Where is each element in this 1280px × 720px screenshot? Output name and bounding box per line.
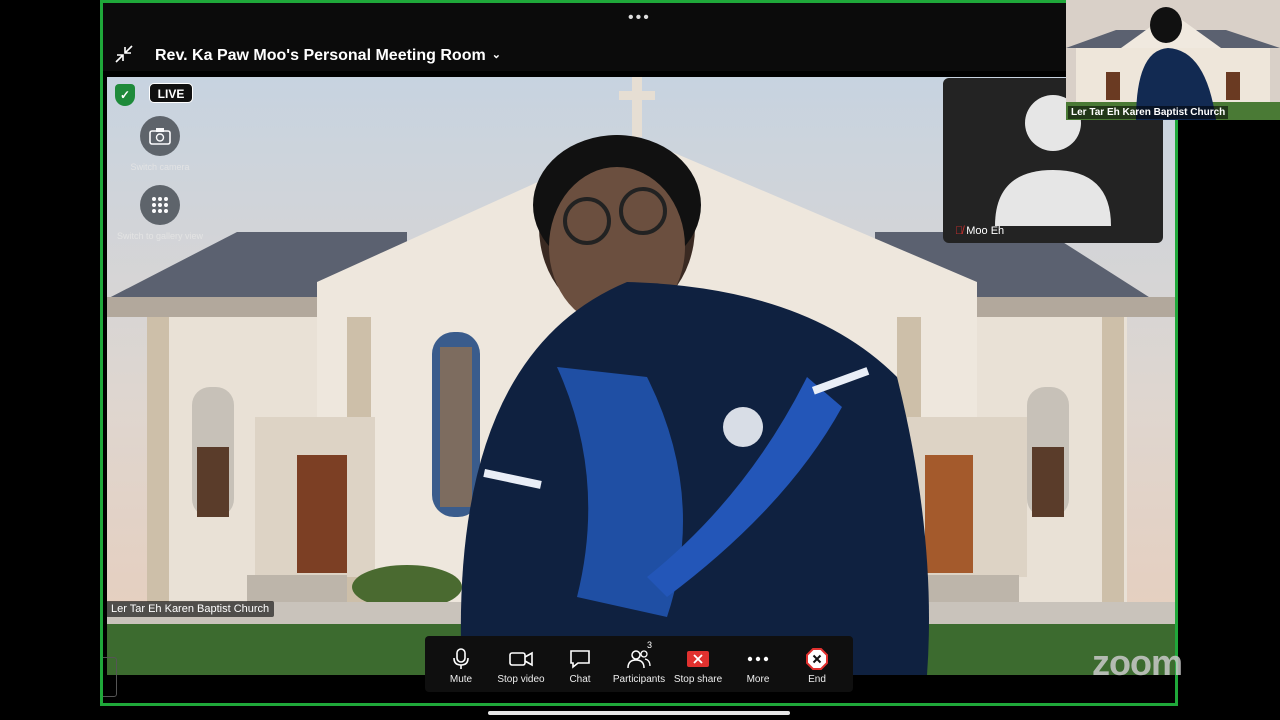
meeting-title-dropdown[interactable]: Rev. Ka Paw Moo's Personal Meeting Room ⌄ [155, 47, 501, 65]
chat-icon [570, 650, 590, 669]
thumbnail-participant-name: Moo Eh [966, 225, 1005, 237]
chat-button[interactable]: Chat [550, 646, 610, 685]
corner-participant-name: Ler Tar Eh Karen Baptist Church [1068, 106, 1229, 119]
stop-video-label: Stop video [497, 674, 545, 685]
mute-label: Mute [449, 674, 473, 685]
share-icon [687, 651, 709, 667]
mic-icon [453, 648, 469, 669]
participants-button[interactable]: 3 Participants [609, 640, 669, 685]
main-participant-name: Ler Tar Eh Karen Baptist Church [106, 601, 275, 617]
end-label: End [808, 674, 826, 685]
top-bar: ••• Rev. Ka Paw Moo's Personal Meeting R… [103, 3, 1175, 71]
switch-camera-label: Switch camera [130, 162, 190, 172]
meeting-toolbar: Mute Stop video Chat 3 Participants Stop… [425, 636, 853, 692]
mute-button[interactable]: Mute [431, 646, 491, 685]
shield-icon[interactable]: ✓ [115, 84, 135, 106]
mic-muted-icon: 🎙̸ [955, 225, 964, 237]
stop-video-button[interactable]: Stop video [491, 646, 551, 685]
video-icon [509, 651, 533, 667]
gallery-view-button[interactable] [140, 185, 180, 225]
more-icon [747, 656, 769, 662]
grid-icon [152, 197, 168, 213]
participants-label: Participants [612, 674, 666, 685]
window-menu-dots[interactable]: ••• [628, 9, 651, 27]
more-button[interactable]: More [728, 646, 788, 685]
participants-count: 3 [647, 640, 653, 650]
stop-share-label: Stop share [673, 674, 723, 685]
live-badge[interactable]: LIVE [149, 83, 193, 103]
corner-video-feed [1066, 0, 1280, 120]
participants-icon [627, 650, 651, 669]
camera-switch-icon [149, 128, 171, 145]
home-indicator[interactable] [488, 711, 790, 715]
switch-camera-button[interactable] [140, 116, 180, 156]
gallery-view-label: Switch to gallery view [116, 231, 204, 241]
corner-video-overlay: Ler Tar Eh Karen Baptist Church [1066, 0, 1280, 120]
meeting-title: Rev. Ka Paw Moo's Personal Meeting Room [155, 47, 486, 64]
chevron-down-icon: ⌄ [491, 49, 501, 61]
zoom-logo: zoom [1092, 642, 1183, 683]
stop-share-button[interactable]: Stop share [668, 646, 728, 685]
chat-label: Chat [569, 674, 591, 685]
end-button[interactable]: End [787, 646, 847, 685]
more-label: More [746, 674, 770, 685]
thumbnail-name-tag: 🎙̸ Moo Eh [955, 225, 1004, 237]
side-panel-tab[interactable] [103, 657, 117, 697]
end-icon [806, 648, 828, 670]
collapse-icon[interactable] [113, 43, 135, 65]
